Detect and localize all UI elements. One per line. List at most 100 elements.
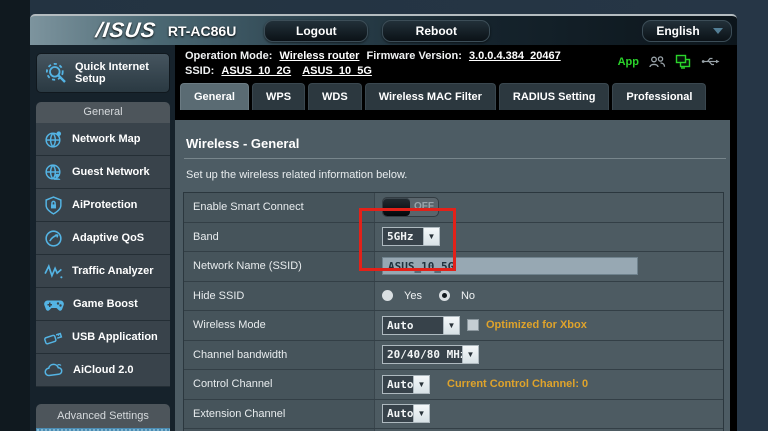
field-label: Channel bandwidth [184, 341, 375, 370]
hide-ssid-yes-radio[interactable] [382, 290, 393, 301]
dropdown-arrow-icon: ▼ [462, 346, 478, 363]
current-control-channel-note: Current Control Channel: 0 [447, 378, 588, 390]
sidebar-general-group: General Network Map [36, 102, 170, 387]
sidebar-item-label: AiCloud 2.0 [73, 364, 134, 376]
status-infobar: Operation Mode: Wireless router Firmware… [175, 45, 737, 80]
sidebar-item-label: USB Application [72, 331, 158, 343]
wireless-mode-selected-value: Auto [383, 317, 443, 334]
main-area: Operation Mode: Wireless router Firmware… [175, 45, 737, 431]
language-label: English [643, 24, 713, 38]
globe-user-icon [43, 162, 64, 183]
firmware-version-link[interactable]: 3.0.0.4.384_20467 [469, 50, 561, 62]
app-link[interactable]: App [618, 56, 639, 68]
usb-icon[interactable] [701, 55, 721, 68]
toggle-knob [383, 198, 410, 216]
ssid-5g-link[interactable]: ASUS_10_5G [302, 65, 372, 77]
chevron-down-icon [713, 28, 723, 34]
extension-channel-select[interactable]: Auto ▼ [382, 404, 430, 423]
field-label: Enable Smart Connect [184, 193, 375, 222]
row-band: Band 5GHz ▼ [184, 223, 723, 253]
firmware-label: Firmware Version: [367, 50, 462, 62]
router-model: RT-AC86U [168, 23, 236, 39]
wireless-mode-select[interactable]: Auto ▼ [382, 316, 460, 335]
sidebar-item-traffic-analyzer[interactable]: Traffic Analyzer [36, 255, 170, 288]
tab-wds[interactable]: WDS [308, 83, 362, 110]
row-extension-channel: Extension Channel Auto ▼ [184, 400, 723, 430]
sidebar-item-usb-application[interactable]: USB Application [36, 321, 170, 354]
control-channel-selected-value: Auto [383, 376, 413, 393]
ssid-2g-link[interactable]: ASUS_10_2G [221, 65, 291, 77]
radio-label-no: No [461, 290, 475, 302]
page-background: /ISUS RT-AC86U Logout Reboot English [0, 0, 768, 431]
sidebar-item-label: Quick Internet Setup [75, 61, 165, 85]
row-enable-smart-connect: Enable Smart Connect OFF [184, 193, 723, 223]
sidebar-item-game-boost[interactable]: Game Boost [36, 288, 170, 321]
channel-bandwidth-selected-value: 20/40/80 MHz [383, 346, 462, 363]
shield-lock-icon [43, 195, 64, 216]
logout-button[interactable]: Logout [264, 20, 368, 42]
sidebar-item-label: Adaptive QoS [72, 232, 144, 244]
sidebar-item-label: AiProtection [72, 199, 137, 211]
radio-label-yes: Yes [404, 290, 422, 302]
channel-bandwidth-select[interactable]: 20/40/80 MHz ▼ [382, 345, 479, 364]
sidebar-item-label: Game Boost [73, 298, 138, 310]
dropdown-arrow-icon: ▼ [423, 228, 439, 245]
band-select[interactable]: 5GHz ▼ [382, 227, 440, 246]
optimized-for-xbox-checkbox[interactable] [467, 319, 479, 331]
band-selected-value: 5GHz [383, 228, 423, 245]
wireless-tabs: General WPS WDS Wireless MAC Filter RADI… [175, 80, 737, 120]
dropdown-arrow-icon: ▼ [443, 317, 459, 334]
row-channel-bandwidth: Channel bandwidth 20/40/80 MHz ▼ [184, 341, 723, 371]
gear-wifi-icon [44, 61, 68, 85]
page-description: Set up the wireless related information … [186, 169, 730, 181]
router-admin-window: /ISUS RT-AC86U Logout Reboot English [30, 0, 737, 431]
sidebar-item-adaptive-qos[interactable]: Adaptive QoS [36, 222, 170, 255]
gamepad-icon [43, 294, 65, 315]
row-network-name: Network Name (SSID) [184, 252, 723, 282]
language-selector[interactable]: English [642, 20, 732, 42]
field-label: Network Name (SSID) [184, 252, 375, 281]
row-control-channel: Control Channel Auto ▼ Current Control C… [184, 370, 723, 400]
sidebar-item-quick-internet-setup[interactable]: Quick Internet Setup [36, 53, 170, 93]
speedometer-icon [43, 228, 64, 249]
optimized-for-xbox-label: Optimized for Xbox [486, 319, 587, 331]
dropdown-arrow-icon: ▼ [413, 405, 429, 422]
field-label: Hide SSID [184, 282, 375, 311]
sidebar-item-guest-network[interactable]: Guest Network [36, 156, 170, 189]
sidebar-item-label: Network Map [72, 133, 140, 145]
tab-professional[interactable]: Professional [612, 83, 706, 110]
page-title: Wireless - General [186, 136, 730, 151]
network-devices-icon[interactable] [675, 54, 692, 69]
reboot-button[interactable]: Reboot [382, 20, 490, 42]
field-label: Control Channel [184, 370, 375, 399]
settings-table: Enable Smart Connect OFF Band [183, 192, 724, 431]
tab-general[interactable]: General [180, 83, 249, 110]
smart-connect-toggle[interactable]: OFF [382, 197, 439, 217]
clients-icon[interactable] [648, 55, 666, 69]
field-label: Extension Channel [184, 400, 375, 429]
asus-logo: /ISUS [94, 19, 157, 43]
row-wireless-mode: Wireless Mode Auto ▼ Optimized for Xbox [184, 311, 723, 341]
tab-wps[interactable]: WPS [252, 83, 305, 110]
usb-drive-icon [43, 327, 64, 348]
extension-channel-selected-value: Auto [383, 405, 413, 422]
globe-pin-icon [43, 129, 64, 150]
toggle-state-label: OFF [410, 198, 438, 216]
status-icons: App [618, 54, 721, 69]
sidebar-item-aicloud[interactable]: AiCloud 2.0 [36, 354, 170, 387]
sidebar-item-network-map[interactable]: Network Map [36, 123, 170, 156]
sidebar-item-label: Guest Network [72, 166, 150, 178]
control-channel-select[interactable]: Auto ▼ [382, 375, 430, 394]
field-label: Band [184, 223, 375, 252]
sidebar-item-aiprotection[interactable]: AiProtection [36, 189, 170, 222]
sidebar-section-general: General [36, 102, 170, 123]
tab-radius-setting[interactable]: RADIUS Setting [499, 83, 610, 110]
tab-wireless-mac-filter[interactable]: Wireless MAC Filter [365, 83, 496, 110]
ssid-input[interactable] [382, 257, 638, 275]
cloud-icon [43, 360, 65, 381]
sidebar-item-label: Traffic Analyzer [72, 265, 154, 277]
hide-ssid-no-radio[interactable] [439, 290, 450, 301]
waveform-icon [43, 261, 64, 282]
settings-panel: Wireless - General Set up the wireless r… [175, 120, 730, 431]
operation-mode-link[interactable]: Wireless router [279, 50, 359, 62]
